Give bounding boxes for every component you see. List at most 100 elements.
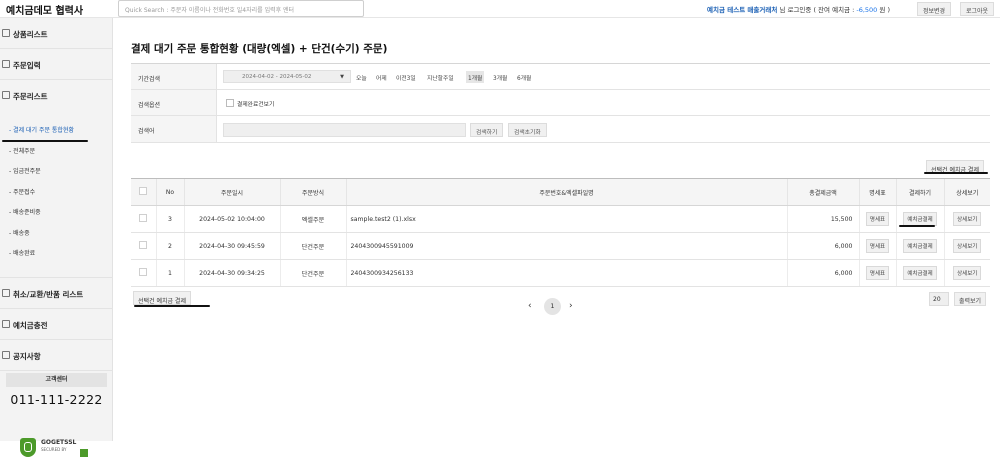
sidebar-sub-received[interactable]: - 주문접수 xyxy=(0,183,112,204)
sidebar-item-label: 공지사항 xyxy=(13,352,41,361)
balance-value: -6,500 xyxy=(856,6,878,14)
period-today[interactable]: 오늘 xyxy=(354,71,369,83)
list-icon xyxy=(2,91,10,99)
reset-search-button[interactable]: 검색초기화 xyxy=(508,123,547,137)
sidebar-item-products[interactable]: 상품리스트 xyxy=(0,18,112,49)
row-no: 2 xyxy=(155,232,184,260)
logout-button[interactable]: 로그아웃 xyxy=(960,2,995,16)
sidebar-sub-pending-payment[interactable]: - 결제 대기 주문 통합현황 xyxy=(0,121,112,142)
app-logo[interactable]: 예치금데모 협력사 xyxy=(6,2,83,17)
chevron-down-icon: ▼ xyxy=(340,74,344,80)
page-size-select[interactable]: 20 xyxy=(929,292,949,306)
statement-button[interactable]: 명세표 xyxy=(865,212,890,226)
statement-button[interactable]: 명세표 xyxy=(865,239,890,253)
col-header: No xyxy=(155,178,184,206)
print-view-button[interactable]: 출력보기 xyxy=(954,292,987,306)
row-no: 1 xyxy=(155,259,184,287)
search-button[interactable]: 검색하기 xyxy=(470,123,504,137)
order-submenu: - 결제 대기 주문 통합현황 - 전체주문 - 입금전주문 - 주문접수 - … xyxy=(0,111,112,265)
login-status: 예치금 테스트 매출거래처 님 로그인중 ( 잔여 예치금 : -6,500 원… xyxy=(707,4,890,14)
checkmark-icon xyxy=(80,449,88,457)
row-checkbox[interactable] xyxy=(139,241,148,249)
row-order[interactable]: 2404300945591009 xyxy=(345,232,787,260)
option-label: 검색옵션 xyxy=(131,90,217,115)
row-order[interactable]: sample.test2 (1).xlsx xyxy=(345,205,787,233)
period-row: 기간검색 2024-04-02 - 2024-05-02 ▼ 오늘 어제 이전3… xyxy=(131,64,990,90)
ssl-sub: SECURED BY xyxy=(41,447,67,452)
sidebar-sub-all-orders[interactable]: - 전체주문 xyxy=(0,142,112,163)
period-1month[interactable]: 1개월 xyxy=(466,71,485,83)
date-range-picker[interactable]: 2024-04-02 - 2024-05-02 ▼ xyxy=(223,70,351,83)
next-page-icon[interactable]: › xyxy=(569,301,573,311)
row-date: 2024-04-30 09:45:59 xyxy=(183,232,280,260)
keyword-input[interactable] xyxy=(223,123,466,137)
col-header: 주문번호&엑셀파일명 xyxy=(345,178,787,206)
search-filter-panel: 기간검색 2024-04-02 - 2024-05-02 ▼ 오늘 어제 이전3… xyxy=(131,63,990,143)
sidebar-item-returns[interactable]: 취소/교환/반품 리스트 xyxy=(0,278,113,309)
sidebar-sub-preparing[interactable]: - 배송준비중 xyxy=(0,203,112,224)
current-page[interactable]: 1 xyxy=(544,298,561,315)
table-row: 3 2024-05-02 10:04:00 엑셀주문 sample.test2 … xyxy=(131,205,990,233)
col-header: 주문일시 xyxy=(183,178,280,206)
period-1week[interactable]: 지난할주일 xyxy=(425,71,456,83)
row-no: 3 xyxy=(155,205,184,233)
select-all-checkbox[interactable] xyxy=(139,187,148,195)
sidebar-item-order-list[interactable]: 주문리스트 xyxy=(0,80,112,111)
paid-only-label[interactable]: 결제완료건보기 xyxy=(237,99,274,108)
sidebar-item-notices[interactable]: 공지사항 xyxy=(0,340,113,371)
keyword-label: 검색어 xyxy=(131,116,217,142)
period-6months[interactable]: 6개월 xyxy=(515,71,533,83)
ssl-badge: GOGETSSL SECURED BY xyxy=(20,438,90,458)
col-header: 결제하기 xyxy=(895,178,944,206)
deposit-pay-button[interactable]: 예치금결제 xyxy=(903,212,937,226)
quick-search-input[interactable]: Quick Search : 주문자 이름이나 전화번호 일4자리를 입력후 엔… xyxy=(118,0,364,17)
pencil-icon xyxy=(2,60,10,68)
select-all-header xyxy=(131,178,156,206)
row-checkbox[interactable] xyxy=(139,268,148,276)
prev-page-icon[interactable]: ‹ xyxy=(528,301,532,311)
sidebar-item-label: 주문입력 xyxy=(13,61,41,70)
edit-info-button[interactable]: 정보변경 xyxy=(917,2,952,16)
period-3days[interactable]: 이전3일 xyxy=(394,71,418,83)
col-header: 상세보기 xyxy=(943,178,990,206)
support-title: 고객센터 xyxy=(6,373,107,387)
annotation-underline xyxy=(924,172,988,174)
deposit-pay-button[interactable]: 예치금결제 xyxy=(903,266,937,280)
detail-button[interactable]: 상세보기 xyxy=(953,239,982,253)
row-order[interactable]: 2404300934256133 xyxy=(345,259,787,287)
box-icon xyxy=(2,29,10,37)
pagination: ‹ 1 › xyxy=(527,298,579,316)
row-method: 단건주문 xyxy=(279,232,346,260)
detail-button[interactable]: 상세보기 xyxy=(953,266,982,280)
sidebar: 상품리스트 주문입력 주문리스트 - 결제 대기 주문 통합현황 - 전체주문 … xyxy=(0,18,113,457)
col-header: 명세표 xyxy=(858,178,896,206)
login-text: 님 로그인중 ( 잔여 예치금 : xyxy=(779,6,855,14)
support-phone: 011-111-2222 xyxy=(10,392,103,407)
statement-button[interactable]: 명세표 xyxy=(865,266,890,280)
paid-only-checkbox[interactable] xyxy=(226,99,234,107)
user-name: 예치금 테스트 매출거래처 xyxy=(707,6,778,14)
row-checkbox[interactable] xyxy=(139,214,148,222)
sidebar-item-label: 취소/교환/반품 리스트 xyxy=(13,290,84,299)
ssl-name: GOGETSSL xyxy=(41,439,77,446)
sidebar-item-label: 주문리스트 xyxy=(13,92,48,101)
sidebar-sub-delivered[interactable]: - 배송완료 xyxy=(0,244,112,265)
deposit-pay-button[interactable]: 예치금결제 xyxy=(903,239,937,253)
row-amount: 15,500 xyxy=(786,205,859,233)
row-date: 2024-05-02 10:04:00 xyxy=(183,205,280,233)
pay-selected-bottom-button[interactable]: 선택건 예치금 결제 xyxy=(133,291,191,305)
sidebar-sub-shipping[interactable]: - 배송중 xyxy=(0,224,112,245)
period-yesterday[interactable]: 어제 xyxy=(374,71,389,83)
row-method: 엑셀주문 xyxy=(279,205,346,233)
megaphone-icon xyxy=(2,351,10,359)
annotation-underline xyxy=(134,305,210,307)
table-row: 2 2024-04-30 09:45:59 단건주문 2404300945591… xyxy=(131,232,990,260)
orders-table: No 주문일시 주문방식 주문번호&엑셀파일명 총결제금액 명세표 결제하기 상… xyxy=(131,178,990,287)
detail-button[interactable]: 상세보기 xyxy=(953,212,982,226)
period-3months[interactable]: 3개월 xyxy=(491,71,509,83)
sidebar-item-deposit-charge[interactable]: 예치금충전 xyxy=(0,309,113,340)
table-row: 1 2024-04-30 09:34:25 단건주문 2404300934256… xyxy=(131,259,990,287)
sidebar-sub-before-deposit[interactable]: - 입금전주문 xyxy=(0,162,112,183)
sidebar-item-order-input[interactable]: 주문입력 xyxy=(0,49,112,80)
table-header-row: No 주문일시 주문방식 주문번호&엑셀파일명 총결제금액 명세표 결제하기 상… xyxy=(131,178,990,206)
